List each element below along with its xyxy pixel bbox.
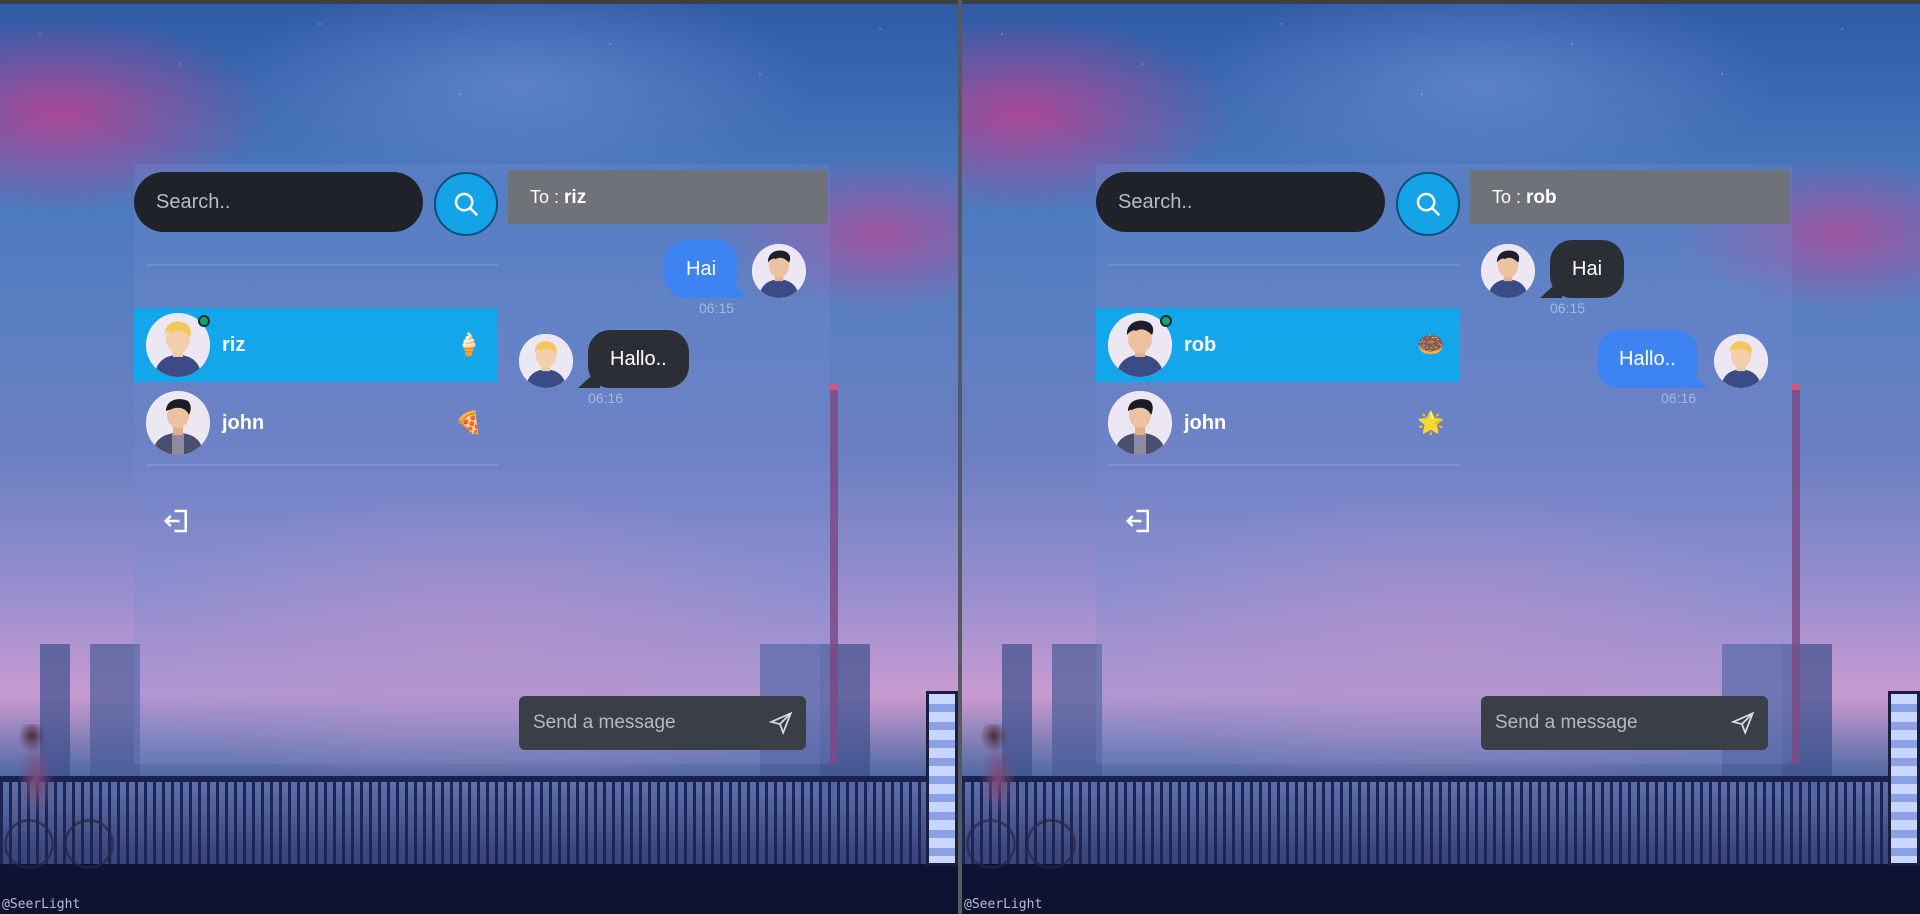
chat-window-left: @SeerLight Search.. riz 🍦 john 🍕 To : ri… [0, 0, 958, 914]
contact-item-riz[interactable]: riz 🍦 [134, 308, 498, 382]
search-input[interactable]: Search.. [1096, 172, 1385, 232]
send-icon[interactable] [1730, 710, 1756, 736]
recipient-bar: To : rob [1470, 170, 1790, 224]
divider [146, 264, 498, 266]
online-status-dot [1160, 315, 1172, 327]
avatar [1714, 334, 1768, 388]
cyclist-illustration [966, 724, 1076, 874]
watermark: @SeerLight [2, 897, 81, 912]
chat-window-right: @SeerLight Search.. rob 🍩 john 🌟 To : ro… [962, 0, 1920, 914]
ice-cream-icon: 🍦 [455, 332, 483, 358]
contact-item-rob[interactable]: rob 🍩 [1096, 308, 1460, 382]
message-input[interactable]: Send a message [519, 696, 806, 750]
avatar [1108, 391, 1172, 455]
divider [1108, 264, 1460, 266]
message-bubble: Hallo.. [588, 330, 689, 388]
avatar [146, 391, 210, 455]
search-button[interactable] [434, 172, 498, 236]
recipient-prefix: To : [1492, 187, 1522, 207]
search-button[interactable] [1396, 172, 1460, 236]
contact-item-john[interactable]: john 🌟 [1096, 386, 1460, 460]
tower-illustration [1792, 384, 1800, 764]
contact-name: riz [222, 333, 246, 356]
online-status-dot [198, 315, 210, 327]
message-timestamp: 06:16 [1661, 390, 1697, 406]
watermark: @SeerLight [964, 897, 1043, 912]
contact-name: rob [1184, 333, 1217, 356]
tower-illustration [830, 384, 838, 764]
pizza-icon: 🍕 [455, 410, 483, 436]
contact-item-john[interactable]: john 🍕 [134, 386, 498, 460]
recipient-prefix: To : [530, 187, 560, 207]
logout-icon[interactable] [162, 506, 192, 536]
search-input[interactable]: Search.. [134, 172, 423, 232]
message-bubble: Hallo.. [1597, 330, 1698, 388]
contact-name: john [1184, 411, 1227, 434]
search-icon [1416, 192, 1441, 217]
divider [146, 464, 498, 466]
message-bubble: Hai [1550, 240, 1625, 298]
recipient-bar: To : riz [508, 170, 828, 224]
donut-icon: 🍩 [1417, 332, 1445, 358]
search-icon [454, 192, 479, 217]
send-icon[interactable] [768, 710, 794, 736]
avatar [752, 244, 806, 298]
cyclist-illustration [4, 724, 114, 874]
logout-icon[interactable] [1124, 506, 1154, 536]
contact-name: john [222, 411, 265, 434]
message-timestamp: 06:15 [1550, 300, 1586, 316]
recipient-name: riz [564, 187, 587, 208]
message-timestamp: 06:16 [588, 390, 624, 406]
divider [1108, 464, 1460, 466]
star-icon: 🌟 [1417, 410, 1445, 436]
avatar [1481, 244, 1535, 298]
message-placeholder: Send a message [1495, 712, 1638, 733]
avatar [519, 334, 573, 388]
message-timestamp: 06:15 [699, 300, 735, 316]
message-input[interactable]: Send a message [1481, 696, 1768, 750]
message-placeholder: Send a message [533, 712, 676, 733]
message-bubble: Hai [664, 240, 739, 298]
recipient-name: rob [1526, 187, 1557, 208]
